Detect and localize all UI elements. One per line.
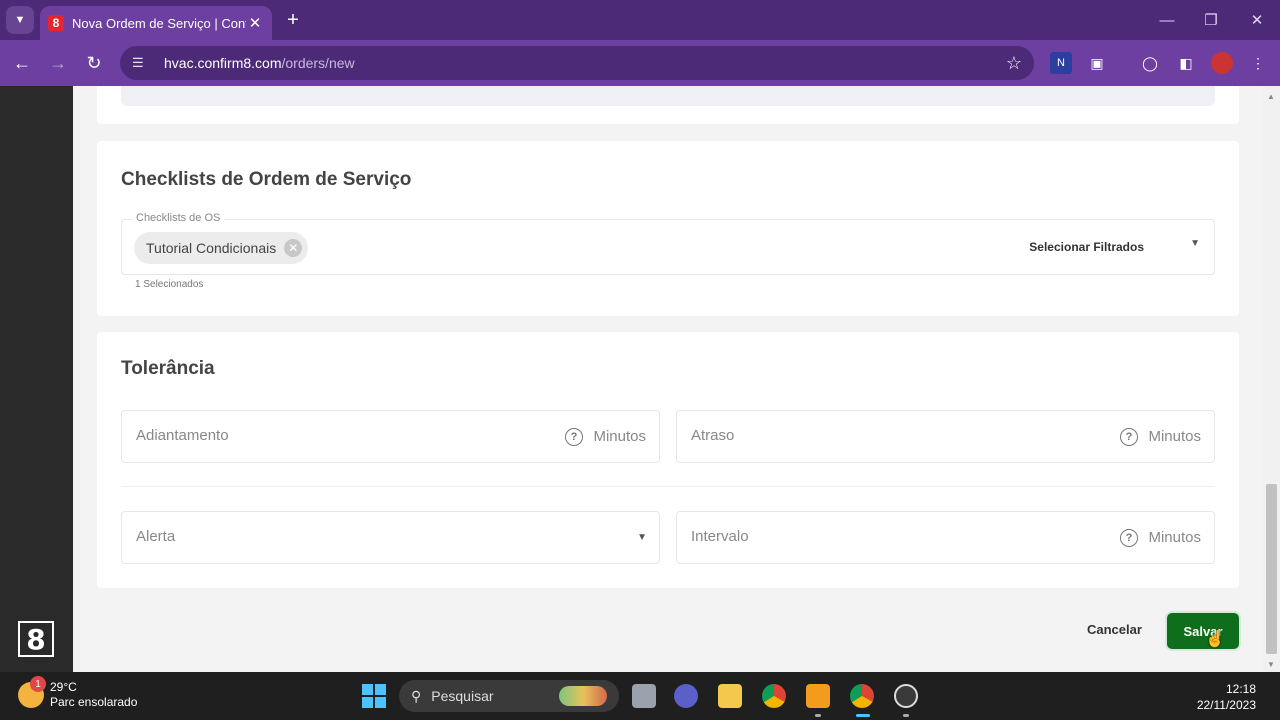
os-taskbar: 1 29°C Parc ensolarado ⚲ Pesquisar 12:18 … (0, 672, 1280, 720)
search-highlight-image (559, 686, 607, 706)
app-logo-icon: 8 (18, 621, 54, 657)
selected-checklist-chip: Tutorial Condicionais ✕ (134, 232, 309, 264)
sublime-text-icon[interactable] (806, 684, 830, 708)
reload-icon[interactable]: ↻ (81, 50, 107, 76)
weather-sun-icon: 1 (18, 676, 46, 708)
chip-remove-icon[interactable]: ✕ (284, 239, 303, 257)
tab-title: Nova Ordem de Serviço | Confirm8 (72, 15, 246, 31)
tolerance-card: Tolerância Adiantamento ? Minutos Atraso… (97, 332, 1239, 588)
address-url[interactable]: hvac.confirm8.com/orders/new (164, 55, 1006, 71)
tolerance-heading: Tolerância (121, 358, 215, 379)
page-scrollbar[interactable]: ▲ ▼ (1263, 86, 1280, 672)
selected-count: 1 Selecionados (135, 279, 204, 290)
alert-select[interactable]: Alerta ▼ (121, 511, 660, 564)
side-panel-icon[interactable]: ◧ (1175, 52, 1197, 74)
alert-placeholder: Alerta (136, 528, 176, 545)
checklists-select[interactable]: Checklists de OS Tutorial Condicionais ✕… (121, 212, 1215, 275)
unit-label: Minutos (593, 428, 646, 445)
window-close-icon[interactable]: ✕ (1242, 8, 1272, 32)
url-host: hvac.confirm8.com (164, 55, 282, 71)
interval-placeholder: Intervalo (691, 528, 749, 545)
new-tab-plus-icon[interactable]: + (282, 8, 304, 32)
browser-tab-active[interactable]: 8 Nova Ordem de Serviço | Confirm8 ✕ (40, 6, 272, 40)
app-running-indicator (903, 714, 909, 717)
teams-chat-icon[interactable] (674, 684, 698, 708)
extension-n-icon[interactable]: N (1050, 52, 1072, 74)
system-clock[interactable]: 12:18 22/11/2023 (1197, 681, 1256, 713)
window-restore-icon[interactable]: ❐ (1196, 8, 1226, 32)
delay-placeholder: Atraso (691, 427, 735, 444)
extensions-puzzle-icon[interactable]: ▣ (1086, 52, 1108, 74)
select-filtered-button[interactable]: Selecionar Filtrados (1029, 240, 1144, 254)
help-icon[interactable]: ? (565, 428, 583, 446)
checklists-heading: Checklists de Ordem de Serviço (121, 169, 412, 190)
browser-tab-strip: ▼ 8 Nova Ordem de Serviço | Confirm8 ✕ +… (0, 0, 1280, 40)
advance-field[interactable]: Adiantamento ? Minutos (121, 410, 660, 463)
app-active-indicator (856, 714, 870, 717)
previous-section-card (97, 86, 1239, 124)
chrome-profile-icon[interactable] (850, 684, 874, 708)
checklists-card: Checklists de Ordem de Serviço Checklist… (97, 141, 1239, 316)
left-sidebar-dark (0, 86, 73, 672)
search-icon: ⚲ (411, 687, 422, 704)
clock-date: 22/11/2023 (1196, 698, 1256, 712)
interval-field[interactable]: Intervalo ? Minutos (676, 511, 1215, 564)
save-button[interactable]: Salvar (1167, 613, 1239, 649)
advance-placeholder: Adiantamento (136, 427, 229, 444)
hand-cursor-icon: ☝ (1205, 631, 1225, 648)
window-minimize-icon[interactable]: — (1152, 8, 1182, 32)
cancel-button[interactable]: Cancelar (1087, 622, 1142, 637)
url-path: /orders/new (281, 55, 355, 71)
chevron-down-icon[interactable]: ▼ (1190, 238, 1200, 249)
delay-field[interactable]: Atraso ? Minutos (676, 410, 1215, 463)
clock-time: 12:18 (1225, 682, 1256, 696)
site-settings-icon[interactable]: ☰ (132, 55, 152, 71)
weather-description: Parc ensolarado (50, 695, 138, 709)
performance-icon[interactable]: ◯ (1139, 52, 1161, 74)
scroll-down-arrow-icon[interactable]: ▼ (1267, 660, 1275, 669)
file-explorer-icon[interactable] (718, 684, 742, 708)
taskbar-search[interactable]: ⚲ Pesquisar (399, 680, 619, 712)
address-bar[interactable]: ☰ hvac.confirm8.com/orders/new ☆ (120, 46, 1034, 80)
chip-label: Tutorial Condicionais (146, 240, 277, 256)
temperature: 29°C (50, 680, 77, 694)
chevron-down-icon[interactable]: ▼ (637, 532, 647, 543)
forward-arrow-icon[interactable]: → (45, 50, 71, 76)
help-icon[interactable]: ? (1120, 428, 1138, 446)
windows-start-icon[interactable] (362, 684, 386, 708)
page-content: Checklists de Ordem de Serviço Checklist… (73, 86, 1263, 672)
chrome-icon[interactable] (762, 684, 786, 708)
bookmark-star-icon[interactable]: ☆ (1006, 53, 1022, 74)
menu-kebab-icon[interactable]: ⋮ (1247, 52, 1269, 74)
unit-label: Minutos (1148, 428, 1201, 445)
app-running-indicator (815, 714, 821, 717)
divider (121, 486, 1215, 487)
unit-label: Minutos (1148, 529, 1201, 546)
weather-widget[interactable]: 1 29°C Parc ensolarado (18, 676, 138, 710)
profile-avatar[interactable] (1211, 52, 1233, 74)
help-icon[interactable]: ? (1120, 529, 1138, 547)
browser-toolbar: ← → ↻ ☰ hvac.confirm8.com/orders/new ☆ N… (0, 40, 1280, 86)
previous-section-field (121, 86, 1215, 106)
scroll-up-arrow-icon[interactable]: ▲ (1267, 92, 1275, 101)
task-view-icon[interactable] (632, 684, 656, 708)
obs-icon[interactable] (894, 684, 918, 708)
scrollbar-thumb[interactable] (1266, 484, 1277, 654)
back-arrow-icon[interactable]: ← (9, 50, 35, 76)
tab-search-chevron-icon[interactable]: ▼ (6, 6, 34, 34)
checklists-field-label: Checklists de OS (132, 212, 225, 224)
tab-close-icon[interactable]: ✕ (246, 14, 264, 32)
search-label: Pesquisar (431, 688, 494, 704)
tab-favicon-icon: 8 (48, 15, 64, 31)
weather-badge: 1 (30, 676, 46, 692)
